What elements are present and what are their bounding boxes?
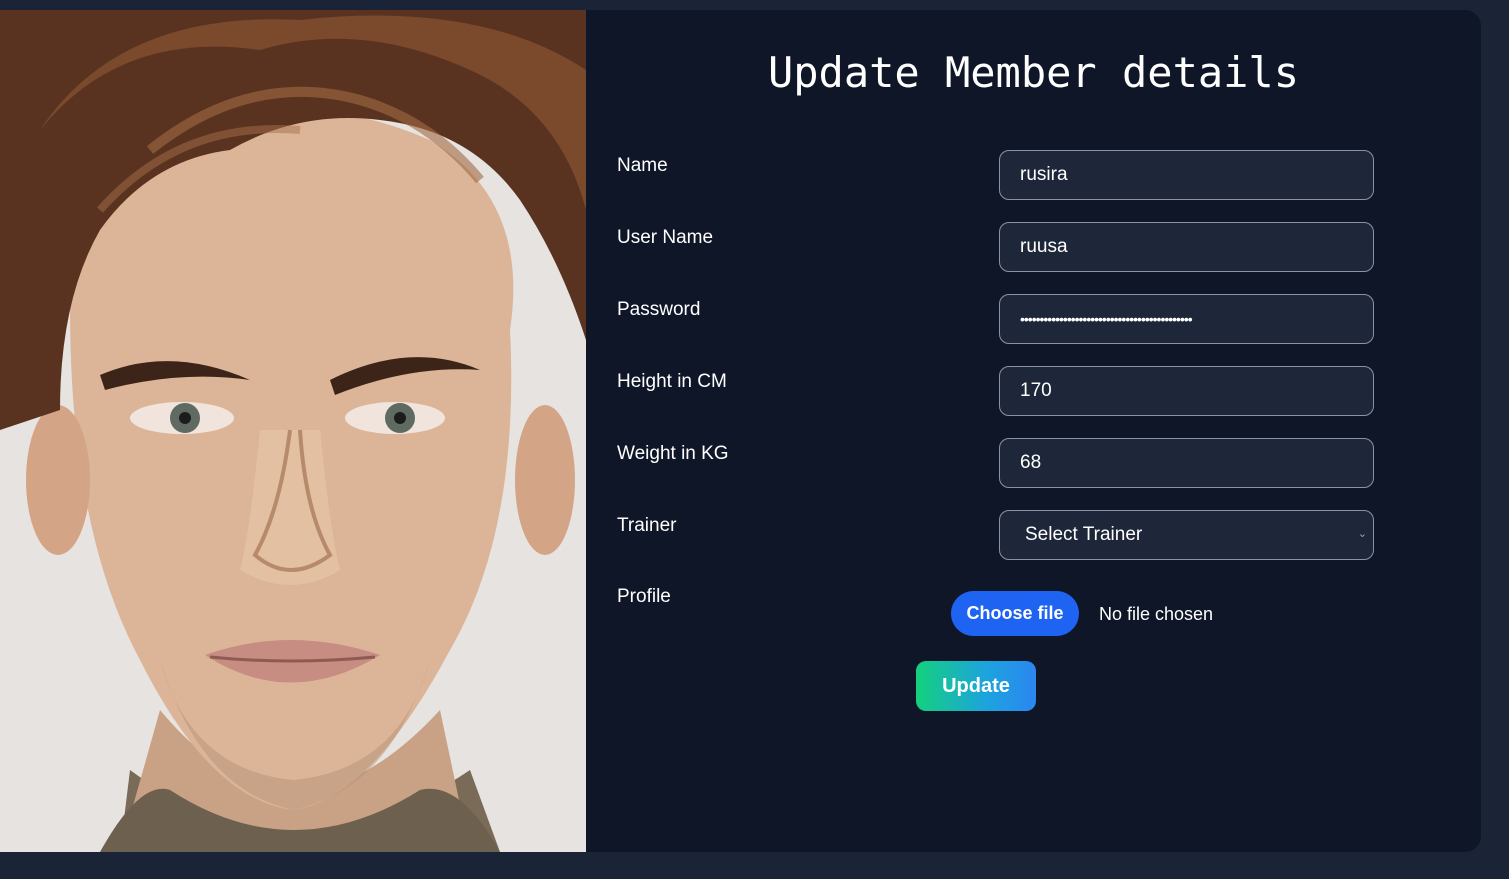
weight-label: Weight in KG <box>617 443 729 464</box>
name-input[interactable] <box>999 150 1374 200</box>
password-label: Password <box>617 299 701 320</box>
username-input[interactable] <box>999 222 1374 272</box>
height-label: Height in CM <box>617 371 727 392</box>
page-title: Update Member details <box>767 48 1299 97</box>
weight-input[interactable] <box>999 438 1374 488</box>
password-input[interactable]: ••••••••••••••••••••••••••••••••••••••••… <box>999 294 1374 344</box>
portrait-illustration <box>0 10 586 852</box>
trainer-label: Trainer <box>617 515 677 536</box>
choose-file-button[interactable]: Choose file <box>951 591 1079 636</box>
chevron-down-icon: ⌄ <box>1357 528 1367 540</box>
update-member-card: Update Member details Name User Name Pas… <box>0 10 1481 852</box>
name-label: Name <box>617 155 668 176</box>
trainer-select-value: Select Trainer <box>1025 524 1143 545</box>
update-button[interactable]: Update <box>916 661 1036 711</box>
file-status-text: No file chosen <box>1099 604 1214 624</box>
username-label: User Name <box>617 227 714 248</box>
trainer-select[interactable]: Select Trainer ⌄ <box>999 510 1374 560</box>
profile-label: Profile <box>617 586 671 607</box>
password-masked-value: ••••••••••••••••••••••••••••••••••••••••… <box>1020 311 1193 327</box>
height-input[interactable] <box>999 366 1374 416</box>
member-profile-photo <box>0 10 586 852</box>
